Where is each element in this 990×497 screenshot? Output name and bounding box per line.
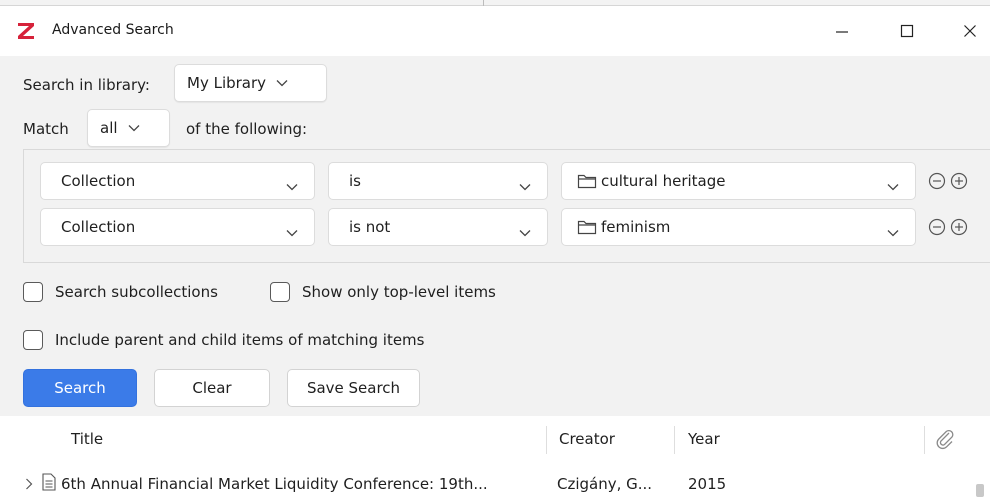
condition-2-value-select[interactable]: feminism — [561, 208, 916, 246]
search-panel: Search in library: My Library Match all … — [0, 56, 990, 416]
clear-button[interactable]: Clear — [154, 369, 270, 407]
chevron-down-icon — [128, 124, 140, 132]
parent-child-items-option[interactable]: Include parent and child items of matchi… — [23, 330, 424, 350]
search-button[interactable]: Search — [23, 369, 137, 407]
parent-child-items-label: Include parent and child items of matchi… — [55, 331, 425, 349]
add-condition-2-button[interactable] — [949, 217, 969, 237]
condition-1-field-select[interactable]: Collection — [40, 162, 315, 200]
add-condition-1-button[interactable] — [949, 171, 969, 191]
results-table-header: Title Creator Year — [0, 416, 990, 464]
condition-1-operator-select[interactable]: is — [328, 162, 548, 200]
window-title: Advanced Search — [52, 22, 174, 38]
document-icon — [41, 473, 57, 495]
plus-circle-icon — [950, 172, 968, 190]
plus-circle-icon — [950, 218, 968, 236]
title-bar: Advanced Search — [0, 6, 990, 56]
column-header-creator[interactable]: Creator — [559, 430, 615, 448]
following-label: of the following: — [186, 120, 308, 138]
chevron-right-icon[interactable] — [25, 476, 33, 494]
close-button[interactable] — [950, 14, 990, 48]
column-divider[interactable] — [546, 426, 547, 454]
column-divider[interactable] — [674, 426, 675, 454]
minus-circle-icon — [928, 172, 946, 190]
scrollbar-thumb[interactable] — [976, 484, 984, 497]
match-menu[interactable]: all — [87, 109, 170, 147]
condition-2-operator-select[interactable]: is not — [328, 208, 548, 246]
row-title: 6th Annual Financial Market Liquidity Co… — [61, 475, 488, 493]
condition-1-field-value: Collection — [61, 172, 136, 190]
top-level-items-checkbox[interactable] — [270, 282, 290, 302]
minimize-button[interactable] — [822, 14, 862, 48]
chevron-down-icon — [887, 223, 899, 241]
chevron-down-icon — [519, 177, 531, 195]
parent-child-items-checkbox[interactable] — [23, 330, 43, 350]
remove-condition-1-button[interactable] — [927, 171, 947, 191]
maximize-button[interactable] — [887, 14, 927, 48]
column-header-year[interactable]: Year — [688, 430, 720, 448]
top-level-items-option[interactable]: Show only top-level items — [270, 282, 496, 302]
chevron-down-icon — [519, 223, 531, 241]
minimize-icon — [836, 31, 848, 33]
condition-1-value-select[interactable]: cultural heritage — [561, 162, 916, 200]
top-level-items-label: Show only top-level items — [302, 283, 496, 301]
close-icon — [964, 25, 976, 37]
attachment-column-icon[interactable] — [934, 428, 956, 454]
folder-icon — [577, 219, 597, 235]
zotero-logo-icon — [16, 21, 36, 41]
search-subcollections-label: Search subcollections — [55, 283, 218, 301]
remove-condition-2-button[interactable] — [927, 217, 947, 237]
conditions-box: Collection is cultural heritage Collecti… — [23, 149, 990, 263]
match-menu-value: all — [100, 119, 118, 137]
search-subcollections-option[interactable]: Search subcollections — [23, 282, 218, 302]
chevron-down-icon — [276, 79, 288, 87]
maximize-icon — [900, 24, 914, 38]
condition-2-value: feminism — [601, 218, 671, 236]
condition-2-field-select[interactable]: Collection — [40, 208, 315, 246]
library-label: Search in library: — [23, 76, 150, 94]
condition-2-operator-value: is not — [349, 218, 391, 236]
column-header-title[interactable]: Title — [71, 430, 103, 448]
chevron-down-icon — [286, 177, 298, 195]
row-year: 2015 — [688, 475, 727, 493]
library-menu-value: My Library — [187, 74, 267, 92]
condition-2-field-value: Collection — [61, 218, 136, 236]
minus-circle-icon — [928, 218, 946, 236]
match-label: Match — [23, 120, 69, 138]
row-creator: Czigány, G... — [557, 475, 653, 493]
library-menu[interactable]: My Library — [174, 64, 327, 102]
folder-icon — [577, 173, 597, 189]
column-divider[interactable] — [924, 426, 925, 454]
search-subcollections-checkbox[interactable] — [23, 282, 43, 302]
chevron-down-icon — [887, 177, 899, 195]
condition-1-operator-value: is — [349, 172, 361, 190]
condition-1-value: cultural heritage — [601, 172, 726, 190]
save-search-button[interactable]: Save Search — [287, 369, 420, 407]
chevron-down-icon — [286, 223, 298, 241]
table-row[interactable]: 6th Annual Financial Market Liquidity Co… — [0, 464, 990, 497]
